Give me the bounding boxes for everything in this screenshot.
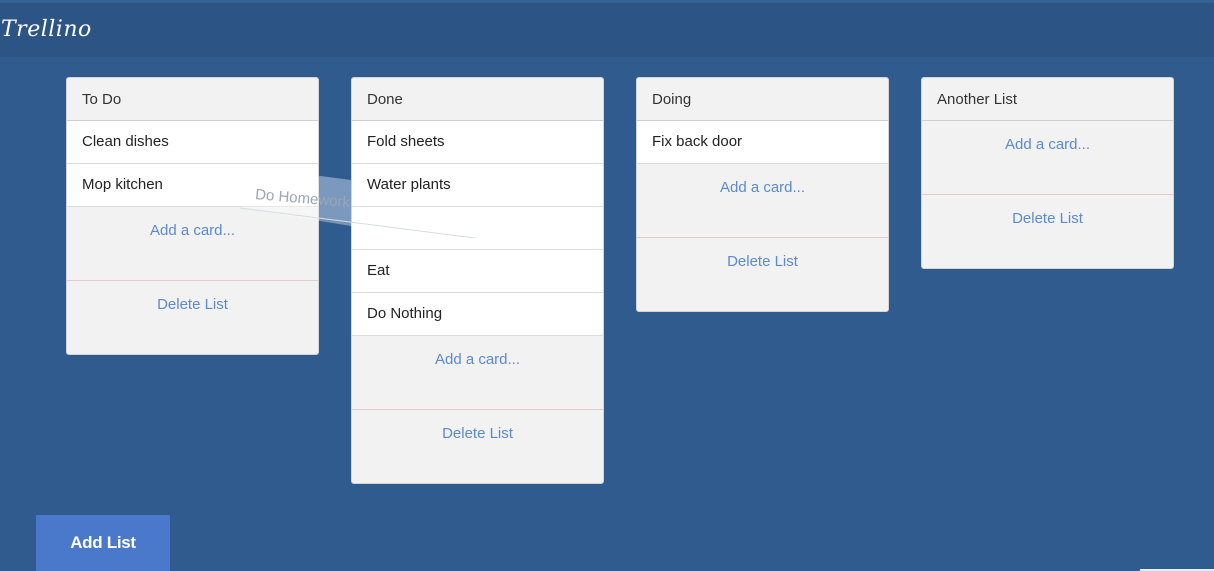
delete-list-link[interactable]: Delete List	[67, 281, 318, 354]
card-water-plants[interactable]: Water plants	[352, 164, 603, 207]
card-eat[interactable]: Eat	[352, 250, 603, 293]
add-card-link[interactable]: Add a card...	[352, 336, 603, 410]
list-title[interactable]: Doing	[637, 78, 888, 121]
add-card-link[interactable]: Add a card...	[637, 164, 888, 238]
delete-list-link[interactable]: Delete List	[637, 238, 888, 311]
add-card-link[interactable]: Add a card...	[922, 121, 1173, 195]
card-fix-back-door[interactable]: Fix back door	[637, 121, 888, 164]
list-doing: Doing Fix back door Add a card... Delete…	[636, 77, 889, 312]
card-mop-kitchen[interactable]: Mop kitchen	[67, 164, 318, 207]
list-another-list: Another List Add a card... Delete List	[921, 77, 1174, 269]
add-card-link[interactable]: Add a card...	[67, 207, 318, 281]
list-to-do: To Do Clean dishes Mop kitchen Add a car…	[66, 77, 319, 355]
list-done: Done Fold sheets Water plants Eat Do Not…	[351, 77, 604, 484]
delete-list-link[interactable]: Delete List	[922, 195, 1173, 268]
card-drop-placeholder	[352, 207, 603, 250]
list-title[interactable]: Done	[352, 78, 603, 121]
card-do-nothing[interactable]: Do Nothing	[352, 293, 603, 336]
card-fold-sheets[interactable]: Fold sheets	[352, 121, 603, 164]
list-title[interactable]: Another List	[922, 78, 1173, 121]
list-title[interactable]: To Do	[67, 78, 318, 121]
delete-list-link[interactable]: Delete List	[352, 410, 603, 483]
card-clean-dishes[interactable]: Clean dishes	[67, 121, 318, 164]
top-bar: Trellino	[0, 0, 1214, 57]
app-logo: Trellino	[1, 17, 92, 42]
add-list-button[interactable]: Add List	[36, 515, 170, 571]
